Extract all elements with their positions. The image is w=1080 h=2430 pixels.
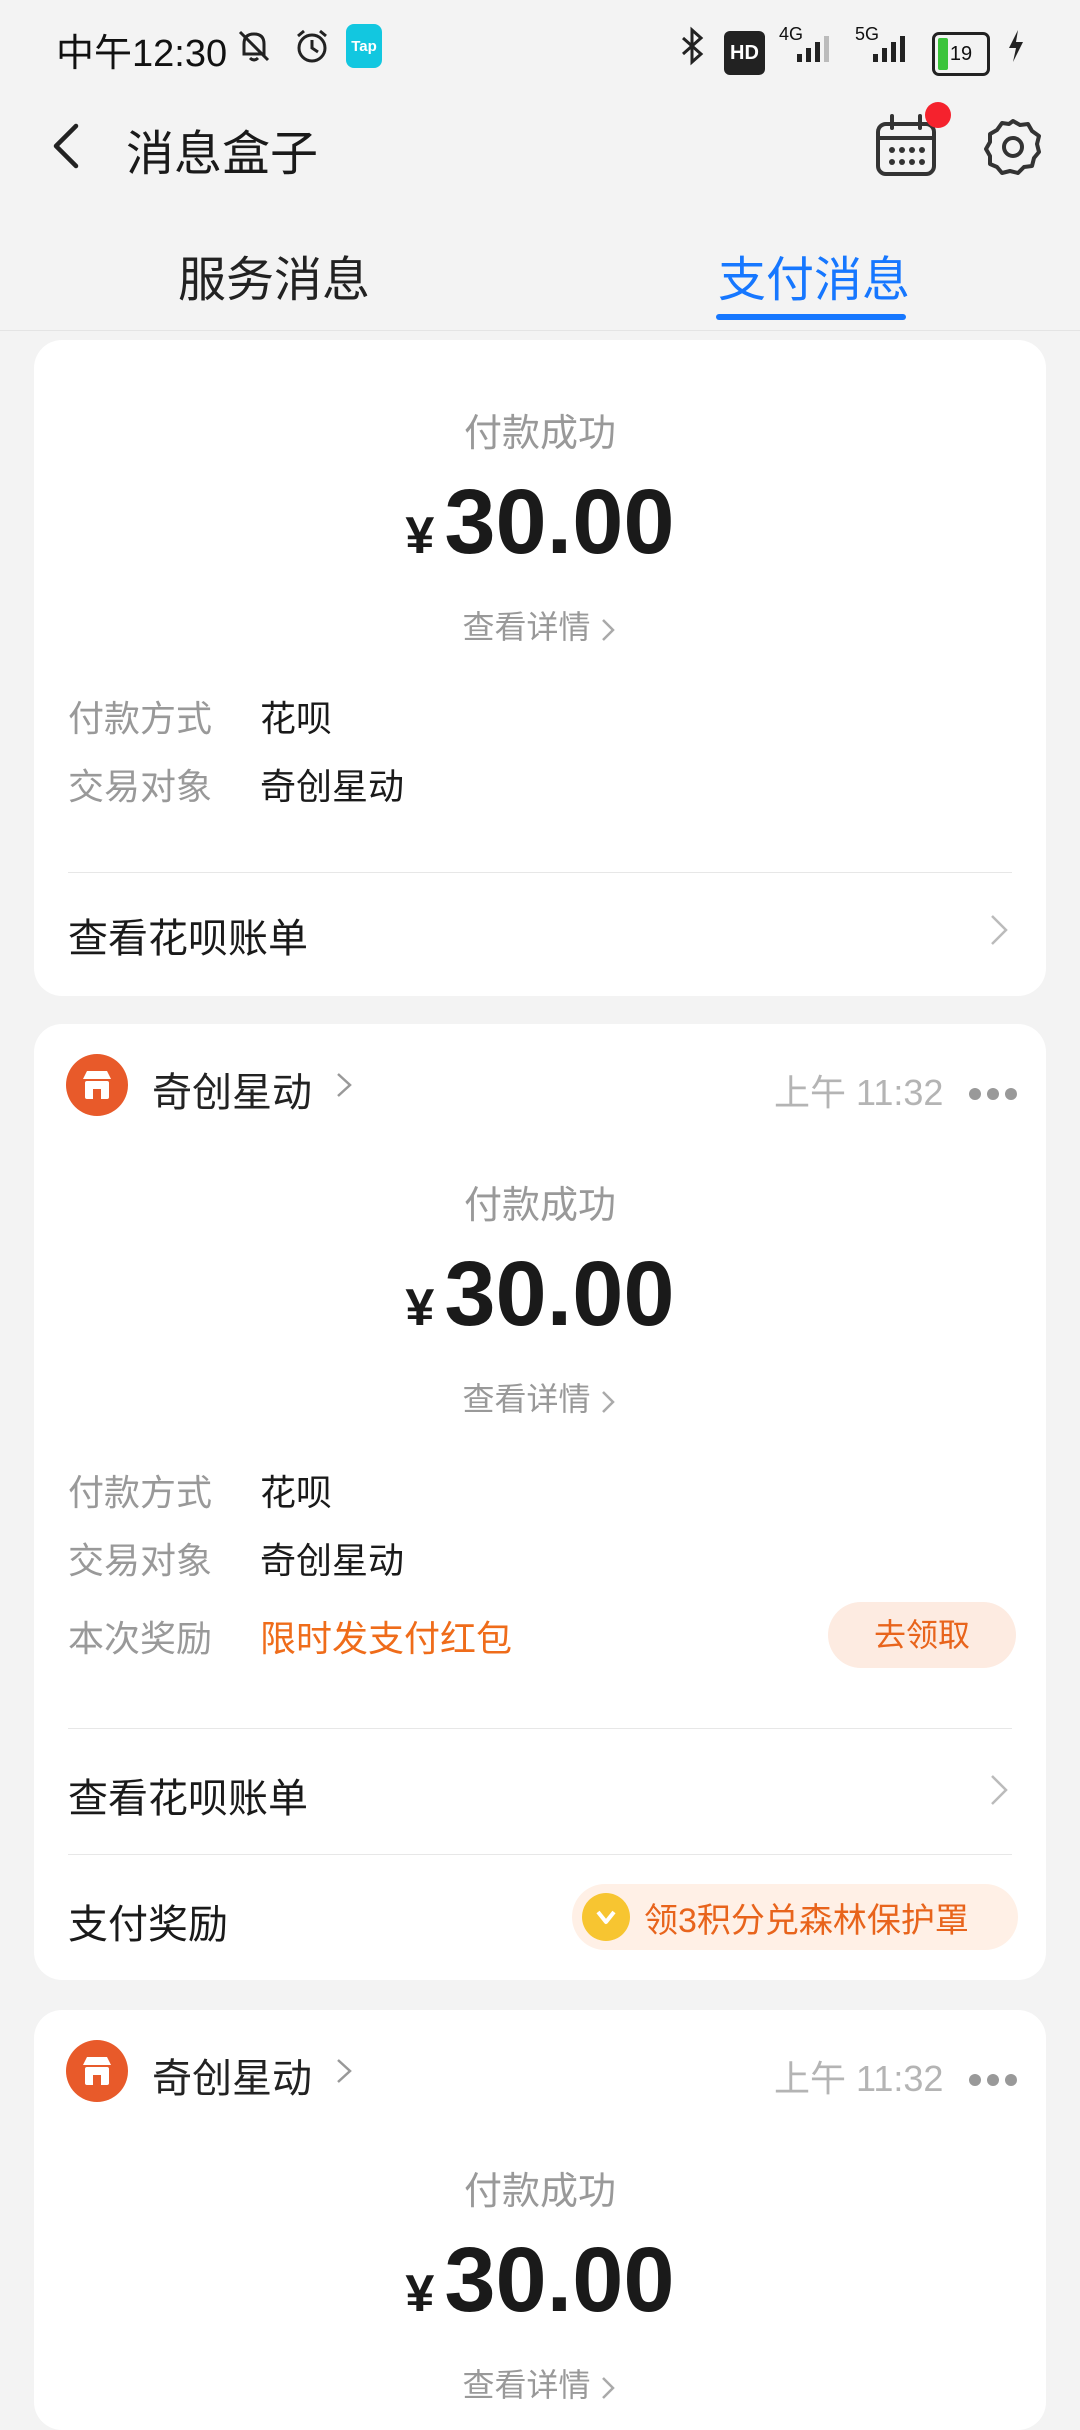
reward-pill-text: 领3积分兑森林保护罩 bbox=[644, 1901, 969, 1940]
message-time: 上午 11:32 bbox=[774, 1072, 944, 1113]
currency-symbol: ¥ bbox=[405, 1279, 435, 1337]
bluetooth-icon bbox=[672, 24, 712, 68]
payment-card: 奇创星动 上午 11:32 付款成功 ¥30.00 查看详情 付款方式 花呗 交… bbox=[34, 1024, 1046, 1980]
view-details-label: 查看详情 bbox=[462, 2367, 591, 2403]
message-time: 上午 11:32 bbox=[774, 2058, 944, 2099]
alarm-icon bbox=[290, 24, 334, 68]
tab-payment-messages[interactable]: 支付消息 bbox=[718, 240, 910, 310]
settings-gear-icon[interactable] bbox=[982, 116, 1044, 178]
message-tabs: 服务消息 支付消息 bbox=[0, 216, 1080, 331]
reward-value: 限时发支付红包 bbox=[260, 1618, 513, 1659]
view-details-link[interactable]: 查看详情 bbox=[34, 1374, 1046, 1420]
status-bar: 中午12:30 Tap HD 4G 5G 19 bbox=[0, 0, 1080, 96]
counterparty-label: 交易对象 bbox=[68, 1540, 213, 1581]
tap-app-icon: Tap bbox=[346, 24, 382, 68]
more-options-icon[interactable] bbox=[968, 2064, 1018, 2087]
amount-value: 30.00 bbox=[444, 471, 675, 573]
chevron-right-icon bbox=[337, 2059, 352, 2083]
app-header: 消息盒子 bbox=[0, 96, 1080, 216]
payment-status: 付款成功 bbox=[463, 413, 616, 455]
merchant-store-icon[interactable] bbox=[66, 1054, 128, 1116]
payment-method-value: 花呗 bbox=[260, 698, 333, 739]
payment-method-label: 付款方式 bbox=[68, 1472, 213, 1513]
chevron-right-icon bbox=[991, 1775, 1008, 1805]
chevron-right-icon bbox=[602, 618, 616, 641]
active-tab-indicator bbox=[716, 314, 906, 320]
view-details-link[interactable]: 查看详情 bbox=[34, 2360, 1046, 2406]
chevron-right-icon bbox=[602, 1390, 616, 1413]
divider bbox=[68, 872, 1012, 873]
battery-level: 19 bbox=[949, 42, 973, 65]
payment-amount: ¥30.00 bbox=[34, 1242, 1046, 1347]
payment-method-label: 付款方式 bbox=[68, 698, 213, 739]
payment-reward-label: 支付奖励 bbox=[68, 1903, 228, 1947]
amount-value: 30.00 bbox=[444, 1243, 675, 1345]
charging-icon bbox=[1004, 24, 1028, 68]
payment-card: 奇创星动 上午 11:32 付款成功 ¥30.00 查看详情 bbox=[34, 2010, 1046, 2430]
payment-amount: ¥30.00 bbox=[34, 2228, 1046, 2333]
payment-card: 付款成功 ¥30.00 查看详情 付款方式 花呗 交易对象 奇创星动 查看花呗账… bbox=[34, 340, 1046, 996]
more-options-icon[interactable] bbox=[968, 1078, 1018, 1101]
counterparty-value: 奇创星动 bbox=[260, 1540, 405, 1581]
counterparty-value: 奇创星动 bbox=[260, 766, 405, 807]
merchant-name[interactable]: 奇创星动 bbox=[152, 2046, 312, 2104]
payment-status: 付款成功 bbox=[463, 2171, 616, 2213]
view-huabei-bill-link[interactable]: 查看花呗账单 bbox=[68, 906, 308, 964]
notification-dot bbox=[925, 102, 951, 128]
counterparty-label: 交易对象 bbox=[68, 766, 213, 807]
signal-bars-icon bbox=[866, 24, 916, 68]
amount-value: 30.00 bbox=[444, 2229, 675, 2331]
divider bbox=[68, 1854, 1012, 1855]
claim-reward-button[interactable]: 去领取 bbox=[828, 1602, 1016, 1668]
tab-service-messages[interactable]: 服务消息 bbox=[178, 240, 370, 310]
chevron-right-icon bbox=[602, 2376, 616, 2399]
view-details-label: 查看详情 bbox=[462, 1381, 591, 1417]
payment-status: 付款成功 bbox=[463, 1185, 616, 1227]
chevron-right-icon bbox=[337, 1073, 352, 1097]
payment-method-value: 花呗 bbox=[260, 1472, 333, 1513]
signal-bars-icon bbox=[790, 24, 840, 68]
battery-icon: 19 bbox=[932, 32, 990, 76]
mute-bell-icon bbox=[232, 24, 276, 68]
merchant-store-icon[interactable] bbox=[66, 2040, 128, 2102]
reward-coin-icon bbox=[582, 1893, 630, 1941]
reward-label: 本次奖励 bbox=[68, 1618, 213, 1659]
forest-reward-pill[interactable]: 领3积分兑森林保护罩 bbox=[572, 1884, 1018, 1950]
back-arrow-icon[interactable] bbox=[38, 116, 98, 176]
view-huabei-bill-link[interactable]: 查看花呗账单 bbox=[68, 1766, 308, 1824]
currency-symbol: ¥ bbox=[405, 507, 435, 565]
view-details-label: 查看详情 bbox=[462, 609, 591, 645]
payment-amount: ¥30.00 bbox=[34, 470, 1046, 575]
currency-symbol: ¥ bbox=[405, 2265, 435, 2323]
view-details-link[interactable]: 查看详情 bbox=[34, 602, 1046, 648]
merchant-name[interactable]: 奇创星动 bbox=[152, 1060, 312, 1118]
hd-badge: HD bbox=[724, 31, 765, 75]
page-title: 消息盒子 bbox=[126, 128, 319, 181]
chevron-right-icon bbox=[991, 915, 1008, 945]
status-time: 中午12:30 bbox=[56, 33, 228, 75]
divider bbox=[68, 1728, 1012, 1729]
